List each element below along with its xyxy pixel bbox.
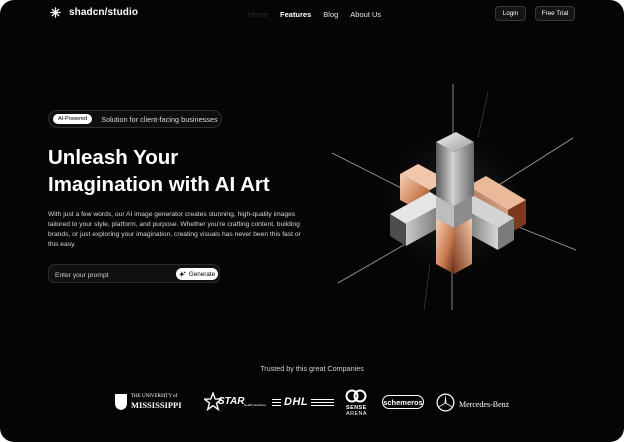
ole-miss-line1: THE UNIVERSITY of bbox=[131, 394, 178, 399]
ai-powered-badge: AI-Powered bbox=[53, 114, 93, 124]
announcement-pill[interactable]: AI-Powered Solution for client-facing bu… bbox=[48, 110, 222, 128]
generate-label: Generate bbox=[188, 270, 216, 278]
headline-line-1: Unleash Your bbox=[48, 146, 179, 169]
generate-button[interactable]: Generate bbox=[176, 268, 218, 280]
hero-description: With just a few words, our AI image gene… bbox=[48, 211, 301, 249]
company-logos: THE UNIVERSITY of MISSISSIPPI STAR Healt… bbox=[0, 386, 624, 422]
trusted-heading: Trusted by this great Companies bbox=[260, 364, 364, 373]
mercedes-text: Mercedes-Benz bbox=[459, 400, 510, 409]
logo-schemeros: schemeros bbox=[382, 395, 424, 409]
top-nav: shadcn/studio Home Features Blog About U… bbox=[0, 0, 624, 28]
free-trial-button[interactable]: Free Trial bbox=[535, 6, 575, 21]
nav-links: Home Features Blog About Us bbox=[248, 10, 381, 19]
asterisk-logo-icon bbox=[50, 7, 61, 18]
brand-name: shadcn/studio bbox=[69, 7, 139, 18]
star-line2: Health Solutions bbox=[244, 403, 266, 407]
star-line1: STAR bbox=[218, 396, 245, 407]
nav-about-us[interactable]: About Us bbox=[350, 10, 381, 19]
login-button[interactable]: Login bbox=[495, 6, 526, 21]
app-frame: shadcn/studio Home Features Blog About U… bbox=[0, 0, 624, 442]
nav-home[interactable]: Home bbox=[248, 10, 268, 19]
hero-headline: Unleash Your Imagination with AI Art bbox=[48, 144, 318, 198]
ole-miss-shield-icon bbox=[115, 394, 127, 410]
dhl-text: DHL bbox=[281, 396, 312, 408]
hero-3d-cross-illustration bbox=[331, 84, 577, 311]
headline-line-2: Imagination with AI Art bbox=[48, 173, 270, 196]
schemeros-text: schemeros bbox=[382, 395, 424, 409]
sparkles-icon bbox=[178, 270, 186, 277]
prompt-input[interactable] bbox=[55, 270, 165, 280]
sense-arena-icon bbox=[345, 389, 367, 403]
nav-blog[interactable]: Blog bbox=[323, 10, 338, 19]
prompt-form: Generate bbox=[48, 264, 220, 283]
sense-line2: ARENA bbox=[346, 411, 367, 417]
ole-miss-line2: MISSISSIPPI bbox=[131, 400, 182, 410]
brand-logo[interactable]: shadcn/studio bbox=[50, 7, 138, 18]
nav-features[interactable]: Features bbox=[280, 10, 311, 19]
pill-tagline: Solution for client-facing businesses bbox=[101, 114, 218, 124]
mercedes-star-icon bbox=[436, 393, 455, 412]
